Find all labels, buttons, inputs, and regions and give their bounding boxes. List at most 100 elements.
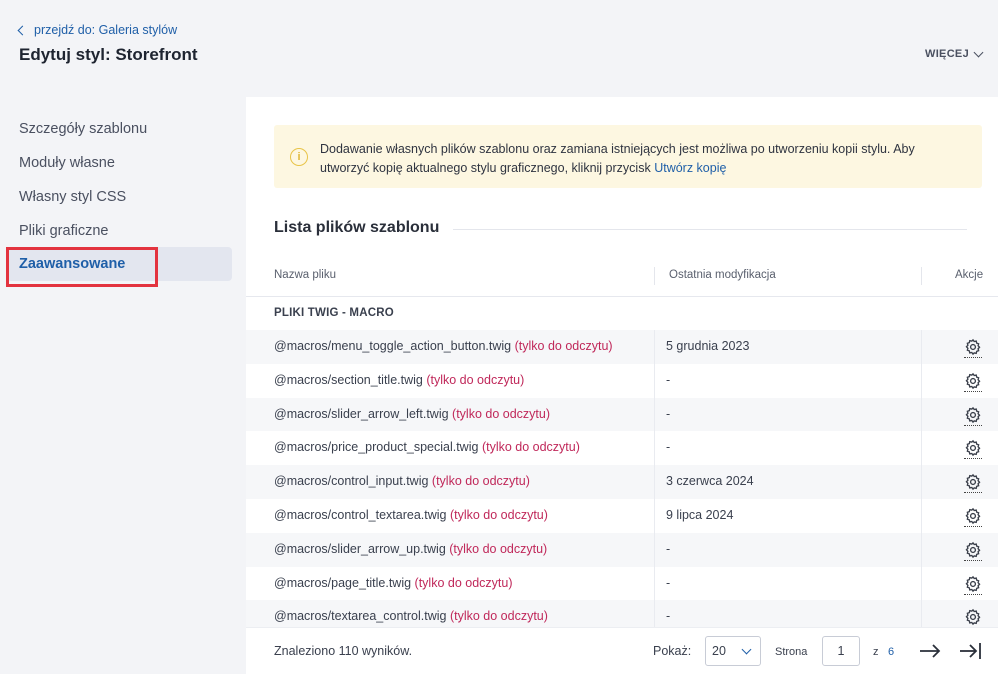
gear-icon[interactable] bbox=[964, 541, 982, 559]
column-separator bbox=[921, 498, 922, 533]
read-only-label: (tylko do odczytu) bbox=[426, 372, 525, 387]
file-name[interactable]: @macros/menu_toggle_action_button.twig (… bbox=[274, 339, 613, 353]
read-only-label: (tylko do odczytu) bbox=[449, 541, 548, 556]
last-modified: 3 czerwca 2024 bbox=[666, 474, 754, 489]
read-only-label: (tylko do odczytu) bbox=[449, 609, 548, 624]
gear-underline bbox=[964, 525, 982, 527]
file-name-text: @macros/menu_toggle_action_button.twig bbox=[274, 339, 512, 353]
gear-icon[interactable] bbox=[964, 439, 982, 457]
sidebar-item-graphic-files[interactable]: Pliki graficzne bbox=[7, 214, 232, 248]
file-name[interactable]: @macros/control_textarea.twig (tylko do … bbox=[274, 508, 548, 522]
file-name-text: @macros/slider_arrow_left.twig bbox=[274, 406, 449, 421]
column-separator bbox=[921, 267, 922, 285]
column-header-file-name[interactable]: Nazwa pliku bbox=[274, 269, 336, 281]
table-row: @macros/price_product_special.twig (tylk… bbox=[246, 431, 998, 466]
file-name-text: @macros/page_title.twig bbox=[274, 575, 412, 590]
info-notice: i Dodawanie własnych plików szablonu ora… bbox=[274, 125, 982, 188]
column-separator bbox=[654, 330, 655, 364]
breadcrumb-back-link[interactable]: przejdź do: Galeria stylów bbox=[17, 23, 178, 37]
more-button[interactable]: WIĘCEJ bbox=[925, 47, 984, 60]
sidebar-item-label: Zaawansowane bbox=[19, 256, 126, 272]
file-name[interactable]: @macros/page_title.twig (tylko do odczyt… bbox=[274, 576, 513, 590]
gear-icon[interactable] bbox=[964, 473, 982, 491]
gear-icon[interactable] bbox=[964, 406, 982, 424]
create-copy-link[interactable]: Utwórz kopię bbox=[654, 161, 726, 175]
page-title: Edytuj styl: Storefront bbox=[19, 45, 198, 64]
gear-underline bbox=[964, 492, 982, 494]
main-content: i Dodawanie własnych plików szablonu ora… bbox=[246, 97, 998, 674]
chevron-down-icon bbox=[973, 47, 984, 57]
file-name-text: @macros/section_title.twig bbox=[274, 372, 423, 387]
chevron-left-icon bbox=[17, 25, 28, 35]
sidebar-item-custom-modules[interactable]: Moduły własne bbox=[7, 146, 232, 180]
sidebar-item-label: Pliki graficzne bbox=[19, 223, 109, 239]
column-header-actions: Akcje bbox=[955, 269, 984, 281]
read-only-label: (tylko do odczytu) bbox=[452, 406, 551, 421]
last-modified: 5 grudnia 2023 bbox=[666, 339, 750, 353]
divider bbox=[453, 229, 967, 230]
column-separator bbox=[654, 431, 655, 466]
table-row: @macros/control_textarea.twig (tylko do … bbox=[246, 498, 998, 533]
last-modified: - bbox=[666, 406, 671, 421]
last-page-arrow-icon[interactable] bbox=[958, 640, 982, 662]
gear-underline bbox=[964, 559, 982, 561]
table-row: @macros/slider_arrow_up.twig (tylko do o… bbox=[246, 532, 998, 567]
page-label: Strona bbox=[775, 646, 808, 658]
per-page-value: 20 bbox=[712, 644, 726, 658]
sidebar-item-template-details[interactable]: Szczegóły szablonu bbox=[7, 112, 232, 146]
gear-icon[interactable] bbox=[964, 372, 982, 390]
chevron-down-icon bbox=[741, 644, 752, 655]
column-separator bbox=[654, 397, 655, 432]
per-page-label: Pokaż: bbox=[653, 644, 692, 658]
pagination-bar: Znaleziono 110 wyników. Pokaż: 20 Strona… bbox=[246, 627, 998, 674]
results-count: Znaleziono 110 wyników. bbox=[274, 644, 413, 658]
file-name[interactable]: @macros/slider_arrow_up.twig (tylko do o… bbox=[274, 542, 547, 556]
top-bar: przejdź do: Galeria stylów Edytuj styl: … bbox=[0, 0, 998, 97]
file-name[interactable]: @macros/textarea_control.twig (tylko do … bbox=[274, 609, 548, 623]
table-row: @macros/section_title.twig (tylko do odc… bbox=[246, 363, 998, 398]
column-separator bbox=[921, 397, 922, 432]
file-name[interactable]: @macros/price_product_special.twig (tylk… bbox=[274, 440, 580, 454]
table-header: Nazwa pliku Ostatnia modyfikacja Akcje bbox=[246, 257, 998, 297]
of-label: z bbox=[873, 646, 879, 658]
group-label: PLIKI TWIG - MACRO bbox=[274, 307, 394, 319]
column-separator bbox=[654, 363, 655, 398]
gear-icon[interactable] bbox=[964, 608, 982, 626]
column-separator bbox=[921, 431, 922, 466]
table-row: @macros/control_input.twig (tylko do odc… bbox=[246, 465, 998, 499]
file-name-text: @macros/control_textarea.twig bbox=[274, 507, 447, 522]
table-row: @macros/menu_toggle_action_button.twig (… bbox=[246, 330, 998, 364]
sidebar-item-label: Moduły własne bbox=[19, 155, 115, 171]
last-modified: 9 lipca 2024 bbox=[666, 507, 734, 522]
notice-text: Dodawanie własnych plików szablonu oraz … bbox=[320, 140, 966, 178]
gear-icon[interactable] bbox=[964, 338, 982, 356]
last-modified: - bbox=[666, 609, 671, 624]
file-name-text: @macros/slider_arrow_up.twig bbox=[274, 541, 446, 556]
read-only-label: (tylko do odczytu) bbox=[431, 474, 530, 489]
file-name[interactable]: @macros/control_input.twig (tylko do odc… bbox=[274, 474, 530, 488]
sidebar: Szczegóły szablonu Moduły własne Własny … bbox=[0, 97, 246, 674]
column-separator bbox=[654, 465, 655, 499]
column-separator bbox=[921, 465, 922, 499]
sidebar-item-custom-css[interactable]: Własny styl CSS bbox=[7, 180, 232, 214]
file-name[interactable]: @macros/section_title.twig (tylko do odc… bbox=[274, 373, 524, 387]
gear-icon[interactable] bbox=[964, 507, 982, 525]
gear-underline bbox=[964, 593, 982, 595]
file-name[interactable]: @macros/slider_arrow_left.twig (tylko do… bbox=[274, 407, 550, 421]
notice-message: Dodawanie własnych plików szablonu oraz … bbox=[320, 142, 915, 175]
last-modified: - bbox=[666, 575, 671, 590]
last-modified: - bbox=[666, 440, 671, 455]
breadcrumb-label: przejdź do: Galeria stylów bbox=[34, 23, 178, 37]
page-number-input[interactable]: 1 bbox=[822, 636, 860, 666]
gear-icon[interactable] bbox=[964, 575, 982, 593]
column-header-last-modified[interactable]: Ostatnia modyfikacja bbox=[669, 269, 776, 281]
per-page-select[interactable]: 20 bbox=[705, 636, 761, 666]
sidebar-item-label: Własny styl CSS bbox=[19, 189, 127, 205]
sidebar-item-advanced[interactable]: Zaawansowane bbox=[6, 247, 232, 287]
read-only-label: (tylko do odczytu) bbox=[449, 507, 548, 522]
total-pages-link[interactable]: 6 bbox=[888, 646, 894, 658]
table-row: @macros/page_title.twig (tylko do odczyt… bbox=[246, 566, 998, 601]
column-separator bbox=[654, 498, 655, 533]
gear-underline bbox=[964, 357, 982, 358]
next-page-arrow-icon[interactable] bbox=[918, 640, 942, 662]
